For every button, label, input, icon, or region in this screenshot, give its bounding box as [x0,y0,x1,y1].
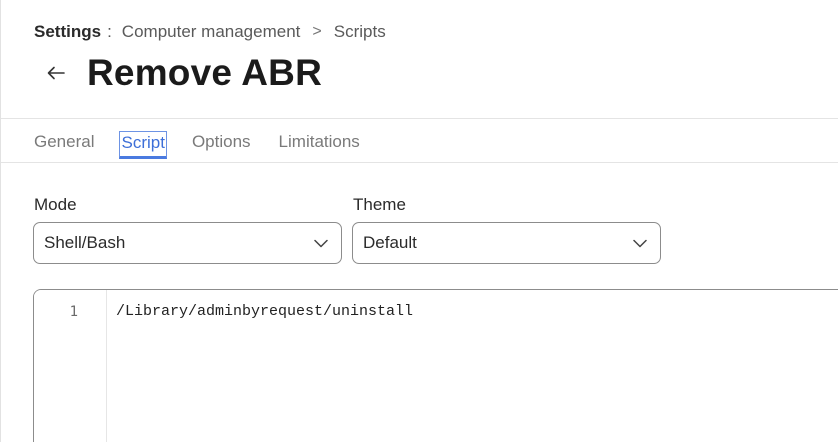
tab-limitations[interactable]: Limitations [278,131,361,159]
theme-label: Theme [353,195,406,214]
title-row: Remove ABR [45,52,322,94]
breadcrumb-separator: : [107,22,112,41]
tabs-bottom-divider [1,162,838,163]
breadcrumb-section[interactable]: Computer management [122,22,301,42]
theme-select[interactable]: Default [352,222,661,264]
back-button[interactable] [45,62,67,84]
tabs-top-divider [1,118,838,119]
breadcrumb-root[interactable]: Settings [34,22,101,42]
code-line[interactable]: /Library/adminbyrequest/uninstall [116,303,413,320]
breadcrumb-chevron-icon: > [312,23,322,40]
breadcrumb: Settings : Computer management > Scripts [34,22,386,42]
page-title: Remove ABR [87,52,323,93]
line-number-gutter: 1 [34,290,107,442]
mode-select-value: Shell/Bash [44,233,126,252]
theme-select-value: Default [363,233,417,252]
tab-bar: General Script Options Limitations [33,131,387,159]
script-settings-page: Settings : Computer management > Scripts… [0,0,838,442]
chevron-down-icon [313,235,329,251]
mode-select[interactable]: Shell/Bash [33,222,342,264]
code-editor[interactable]: 1 /Library/adminbyrequest/uninstall [33,289,838,442]
arrow-left-icon [47,66,65,80]
tab-options[interactable]: Options [191,131,252,159]
tab-general[interactable]: General [33,131,95,159]
chevron-down-icon [632,235,648,251]
breadcrumb-current[interactable]: Scripts [334,22,386,42]
tab-script[interactable]: Script [119,131,167,159]
line-number: 1 [69,304,78,320]
mode-label: Mode [34,195,77,214]
